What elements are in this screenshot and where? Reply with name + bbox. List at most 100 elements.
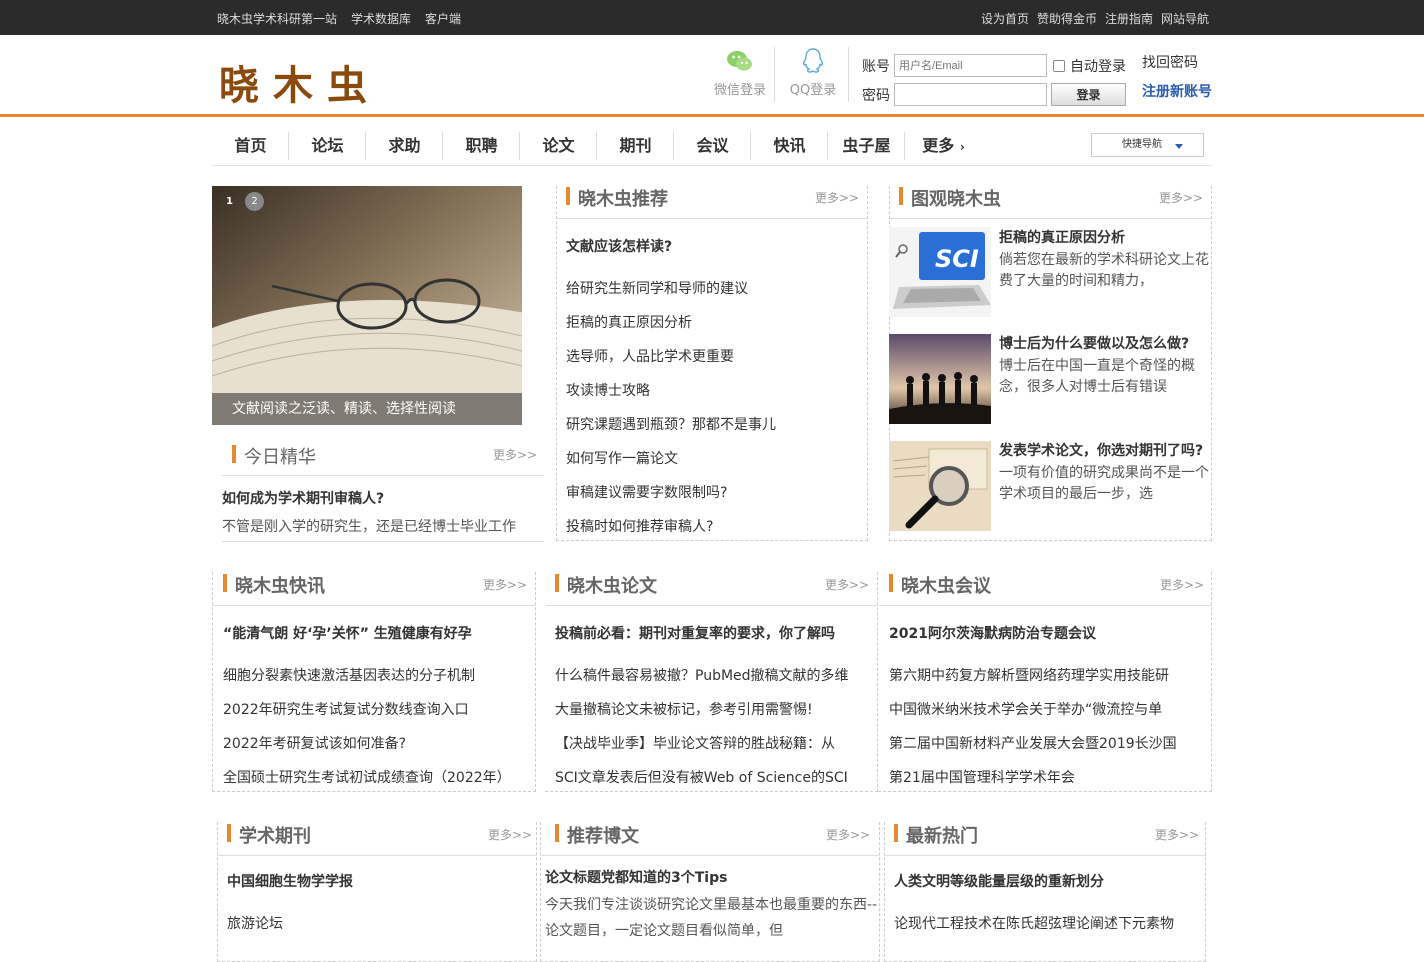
list-item[interactable]: 2022年研究生考试复试分数线查询入口 — [223, 693, 531, 727]
list-item[interactable]: 旅游论坛 — [227, 907, 527, 941]
recommend-title: 晓木虫推荐 — [566, 185, 668, 211]
conference-list: 2021阿尔茨海默病防治专题会议 第六期中药复方解析暨网络药理学实用技能研 中国… — [889, 619, 1205, 795]
register-link[interactable]: 注册新账号 — [1142, 81, 1212, 101]
list-item[interactable]: 2022年考研复试该如何准备? — [223, 727, 531, 761]
slider-dot-2[interactable]: 2 — [245, 192, 264, 211]
nav-item-papers[interactable]: 论文 — [520, 126, 597, 165]
today-more-link[interactable]: 更多>> — [493, 446, 537, 463]
list-item[interactable]: 论现代工程技术在陈氏超弦理论阐述下元素物 — [894, 907, 1200, 941]
checkbox-icon — [1053, 59, 1065, 72]
top-links-left: 晓木虫学术科研第一站 学术数据库 客户端 — [217, 10, 461, 27]
account-input[interactable] — [894, 54, 1047, 77]
nav-item-home[interactable]: 首页 — [212, 126, 289, 165]
nav-item-more[interactable]: 更多 › — [905, 126, 982, 165]
list-item[interactable]: 给研究生新同学和导师的建议 — [566, 272, 862, 306]
top-link-register-guide[interactable]: 注册指南 — [1105, 10, 1153, 27]
conference-more-link[interactable]: 更多>> — [1160, 576, 1204, 593]
list-item[interactable]: SCI文章发表后但没有被Web of Science的SCI — [555, 761, 871, 795]
divider — [541, 855, 879, 856]
list-item[interactable]: 中国微米纳米技术学会关于举办“微流控与单 — [889, 693, 1205, 727]
list-item[interactable]: 大量撤稿论文未被标记，参考引用需警惕! — [555, 693, 871, 727]
hot-list: 人类文明等级能量层级的重新划分 论现代工程技术在陈氏超弦理论阐述下元素物 — [894, 867, 1200, 941]
svg-text:SCI: SCI — [935, 245, 979, 273]
qq-login[interactable]: QQ登录 — [786, 47, 840, 98]
list-item[interactable]: 攻读博士攻略 — [566, 374, 862, 408]
visual-more-link[interactable]: 更多>> — [1159, 189, 1203, 206]
nav-item-forum[interactable]: 论坛 — [289, 126, 366, 165]
today-title: 今日精华 — [232, 443, 316, 469]
visual-item-3[interactable]: 发表学术论文，你选对期刊了吗? 一项有价值的研究成果尚不是一个学术项目的最后一步… — [999, 441, 1211, 505]
list-item[interactable]: 全国硕士研究生考试初试成绩查询（2022年） — [223, 761, 531, 795]
list-item[interactable]: 投稿前必看：期刊对重复率的要求，你了解吗 — [555, 619, 871, 659]
slide-image — [212, 186, 522, 425]
auto-login-checkbox[interactable]: 自动登录 — [1053, 56, 1126, 76]
header: 晓木虫 微信登录 QQ登录 账号 自动登录 密码 登录 找回密码 注册新账号 — [0, 35, 1424, 117]
recommend-list: 文献应该怎样读? 给研究生新同学和导师的建议 拒稿的真正原因分析 选导师，人品比… — [566, 232, 862, 544]
list-item[interactable]: 人类文明等级能量层级的重新划分 — [894, 867, 1200, 907]
auto-login-label: 自动登录 — [1070, 58, 1126, 75]
blog-item-title[interactable]: 论文标题党都知道的3个Tips — [545, 866, 879, 892]
journals-more-link[interactable]: 更多>> — [488, 826, 532, 843]
list-item[interactable]: 第21届中国管理科学学术年会 — [889, 761, 1205, 795]
list-item[interactable]: 第二届中国新材料产业发展大会暨2019长沙国 — [889, 727, 1205, 761]
visual-image-3[interactable] — [889, 441, 991, 531]
wechat-login[interactable]: 微信登录 — [710, 47, 770, 98]
top-link-home-slogan[interactable]: 晓木虫学术科研第一站 — [217, 10, 337, 27]
list-item[interactable]: 第六期中药复方解析暨网络药理学实用技能研 — [889, 659, 1205, 693]
slider-dot-1[interactable]: 1 — [220, 192, 239, 211]
visual-item-2[interactable]: 博士后为什么要做以及怎么做? 博士后在中国一直是个奇怪的概念，很多人对博士后有错… — [999, 334, 1211, 398]
quick-nav-label: 快捷导航 — [1122, 139, 1162, 150]
list-item[interactable]: 审稿建议需要字数限制吗? — [566, 476, 862, 510]
hot-more-link[interactable]: 更多>> — [1155, 826, 1199, 843]
password-input[interactable] — [894, 83, 1047, 106]
top-link-client[interactable]: 客户端 — [425, 10, 461, 27]
journals-title: 学术期刊 — [227, 822, 311, 848]
list-item[interactable]: 如何写作一篇论文 — [566, 442, 862, 476]
nav-item-help[interactable]: 求助 — [366, 126, 443, 165]
list-item[interactable]: 2021阿尔茨海默病防治专题会议 — [889, 619, 1205, 659]
list-item[interactable]: 选导师，人品比学术更重要 — [566, 340, 862, 374]
qq-login-label: QQ登录 — [789, 83, 837, 98]
site-logo[interactable]: 晓木虫 — [219, 53, 381, 111]
find-password-link[interactable]: 找回密码 — [1142, 52, 1198, 72]
nav-item-bug-house[interactable]: 虫子屋 — [828, 126, 905, 165]
nav-item-news[interactable]: 快讯 — [751, 126, 828, 165]
list-item[interactable]: 投稿时如何推荐审稿人? — [566, 510, 862, 544]
divider — [557, 218, 867, 219]
papers-more-link[interactable]: 更多>> — [825, 576, 869, 593]
visual-image-1[interactable]: SCI — [889, 227, 991, 317]
divider — [848, 47, 849, 102]
recommend-more-link[interactable]: 更多>> — [815, 189, 859, 206]
login-button[interactable]: 登录 — [1051, 83, 1126, 106]
divider — [213, 605, 535, 606]
nav-item-jobs[interactable]: 职聘 — [443, 126, 520, 165]
visual-item-1[interactable]: 拒稿的真正原因分析 倘若您在最新的学术科研论文上花费了大量的时间和精力， — [999, 228, 1211, 292]
visual-image-2[interactable] — [889, 334, 991, 424]
divider — [222, 541, 544, 542]
blogs-title: 推荐博文 — [555, 822, 639, 848]
news-more-link[interactable]: 更多>> — [483, 576, 527, 593]
chevron-right-icon: › — [959, 140, 965, 154]
slide-caption[interactable]: 文献阅读之泛读、精读、选择性阅读 — [212, 393, 522, 425]
top-link-site-nav[interactable]: 网站导航 — [1161, 10, 1209, 27]
featured-slider[interactable]: 1 2 文献阅读之泛读、精读、选择性阅读 — [212, 186, 522, 425]
top-link-database[interactable]: 学术数据库 — [351, 10, 411, 27]
list-item[interactable]: 什么稿件最容易被撤？PubMed撤稿文献的多维 — [555, 659, 871, 693]
nav-item-conferences[interactable]: 会议 — [674, 126, 751, 165]
nav-item-journals[interactable]: 期刊 — [597, 126, 674, 165]
list-item[interactable]: “能清气朗 好‘孕’关怀” 生殖健康有好孕 — [223, 619, 531, 659]
list-item[interactable]: 细胞分裂素快速激活基因表达的分子机制 — [223, 659, 531, 693]
today-item-title[interactable]: 如何成为学术期刊审稿人? — [222, 486, 542, 514]
blogs-more-link[interactable]: 更多>> — [826, 826, 870, 843]
quick-nav-dropdown[interactable]: 快捷导航 — [1091, 133, 1204, 157]
list-item[interactable]: 文献应该怎样读? — [566, 232, 862, 272]
top-link-sponsor[interactable]: 赞助得金币 — [1037, 10, 1097, 27]
news-title: 晓木虫快讯 — [223, 572, 325, 598]
list-item[interactable]: 【决战毕业季】毕业论文答辩的胜战秘籍：从 — [555, 727, 871, 761]
top-link-set-homepage[interactable]: 设为首页 — [981, 10, 1029, 27]
list-item[interactable]: 研究课题遇到瓶颈？那都不是事儿 — [566, 408, 862, 442]
list-item[interactable]: 中国细胞生物学学报 — [227, 867, 527, 907]
main-nav: 首页 论坛 求助 职聘 论文 期刊 会议 快讯 虫子屋 更多 › — [212, 126, 1212, 166]
divider — [890, 218, 1211, 219]
list-item[interactable]: 拒稿的真正原因分析 — [566, 306, 862, 340]
